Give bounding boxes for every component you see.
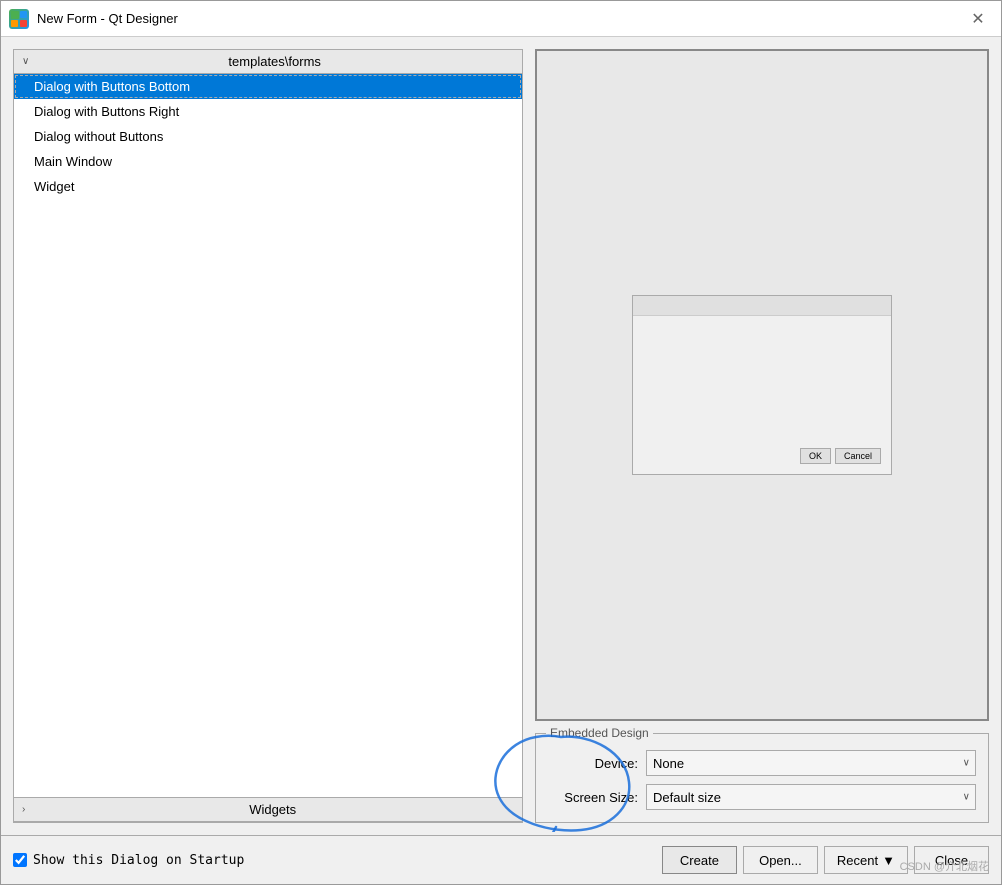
title-bar: New Form - Qt Designer ✕ [1,1,1001,37]
create-button[interactable]: Create [662,846,737,874]
preview-dialog-buttons: OK Cancel [800,448,881,464]
window-title: New Form - Qt Designer [37,11,178,26]
recent-label: Recent [837,853,878,868]
screen-size-row: Screen Size: Default size320x240640x4808… [548,784,976,810]
template-item-2[interactable]: Dialog without Buttons [14,124,522,149]
template-list: Dialog with Buttons Bottom Dialog with B… [14,74,522,797]
title-bar-left: New Form - Qt Designer [9,9,178,29]
startup-checkbox[interactable] [13,853,27,867]
embedded-design-label: Embedded Design [546,726,653,740]
device-select[interactable]: None [646,750,976,776]
template-item-1[interactable]: Dialog with Buttons Right [14,99,522,124]
left-panel: ∨ templates\forms Dialog with Buttons Bo… [13,49,523,823]
right-panel: OK Cancel Embedded Design Device: None ∨… [535,49,989,823]
embedded-design-group: Embedded Design Device: None ∨ Screen Si… [535,733,989,823]
open-button[interactable]: Open... [743,846,818,874]
device-row: Device: None ∨ [548,750,976,776]
template-item-4[interactable]: Widget [14,174,522,199]
recent-button[interactable]: Recent ▼ [824,846,908,874]
main-content: ∨ templates\forms Dialog with Buttons Bo… [1,37,1001,835]
templates-header-label: templates\forms [35,54,514,69]
checkbox-area: Show this Dialog on Startup [13,853,662,868]
widgets-chevron: › [22,804,25,815]
widgets-header-label: Widgets [31,802,514,817]
preview-ok-btn: OK [800,448,831,464]
device-label: Device: [548,756,638,771]
startup-checkbox-label: Show this Dialog on Startup [33,853,244,868]
screen-size-select[interactable]: Default size320x240640x480800x600 [646,784,976,810]
preview-dialog: OK Cancel [632,295,892,475]
screen-size-select-wrapper: Default size320x240640x480800x600 ∨ [646,784,976,810]
widgets-header[interactable]: › Widgets [14,797,522,822]
preview-cancel-btn: Cancel [835,448,881,464]
preview-dialog-titlebar [633,296,891,316]
template-item-0[interactable]: Dialog with Buttons Bottom [14,74,522,99]
device-select-wrapper: None ∨ [646,750,976,776]
watermark: CSDN @介北烟花 [900,858,989,874]
template-item-3[interactable]: Main Window [14,149,522,174]
window-close-button[interactable]: ✕ [963,4,993,34]
main-window: New Form - Qt Designer ✕ ∨ templates\for… [0,0,1002,885]
screen-size-label: Screen Size: [548,790,638,805]
bottom-bar: Show this Dialog on Startup Create Open.… [1,835,1001,884]
recent-dropdown-arrow: ▼ [882,853,895,868]
app-icon [9,9,29,29]
templates-header[interactable]: ∨ templates\forms [14,50,522,74]
templates-chevron: ∨ [22,56,29,67]
preview-area: OK Cancel [535,49,989,721]
